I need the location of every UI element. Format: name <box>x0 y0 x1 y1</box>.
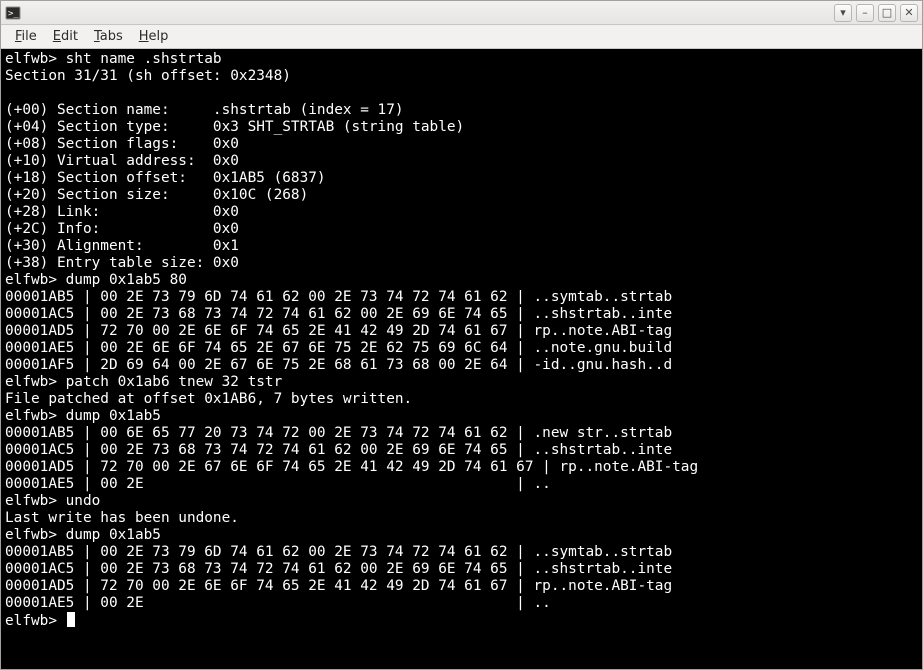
terminal[interactable]: elfwb> sht name .shstrtab Section 31/31 … <box>1 49 922 669</box>
menu-tabs[interactable]: Tabs <box>86 26 131 47</box>
terminal-window: >_ ▾ – □ ✕ File Edit Tabs Help elfwb> sh… <box>0 0 923 670</box>
menu-help[interactable]: Help <box>131 26 177 47</box>
maximize-button[interactable]: □ <box>878 4 896 22</box>
svg-text:>_: >_ <box>8 9 19 19</box>
titlebar: >_ ▾ – □ ✕ <box>1 1 922 25</box>
menu-edit-ul: E <box>53 29 61 44</box>
menu-file[interactable]: File <box>7 26 45 47</box>
menu-help-ul: H <box>139 29 149 44</box>
minimize-button[interactable]: – <box>856 4 874 22</box>
menu-edit[interactable]: Edit <box>45 26 86 47</box>
menu-edit-rest: dit <box>61 29 78 44</box>
menu-file-rest: ile <box>22 29 37 44</box>
window-dropdown-button[interactable]: ▾ <box>834 4 852 22</box>
menubar: File Edit Tabs Help <box>1 25 922 49</box>
window-buttons: ▾ – □ ✕ <box>834 4 918 22</box>
menu-help-rest: elp <box>149 29 169 44</box>
terminal-cursor <box>67 612 75 627</box>
menu-tabs-rest: abs <box>100 29 123 44</box>
terminal-icon: >_ <box>5 5 21 21</box>
close-button[interactable]: ✕ <box>900 4 918 22</box>
